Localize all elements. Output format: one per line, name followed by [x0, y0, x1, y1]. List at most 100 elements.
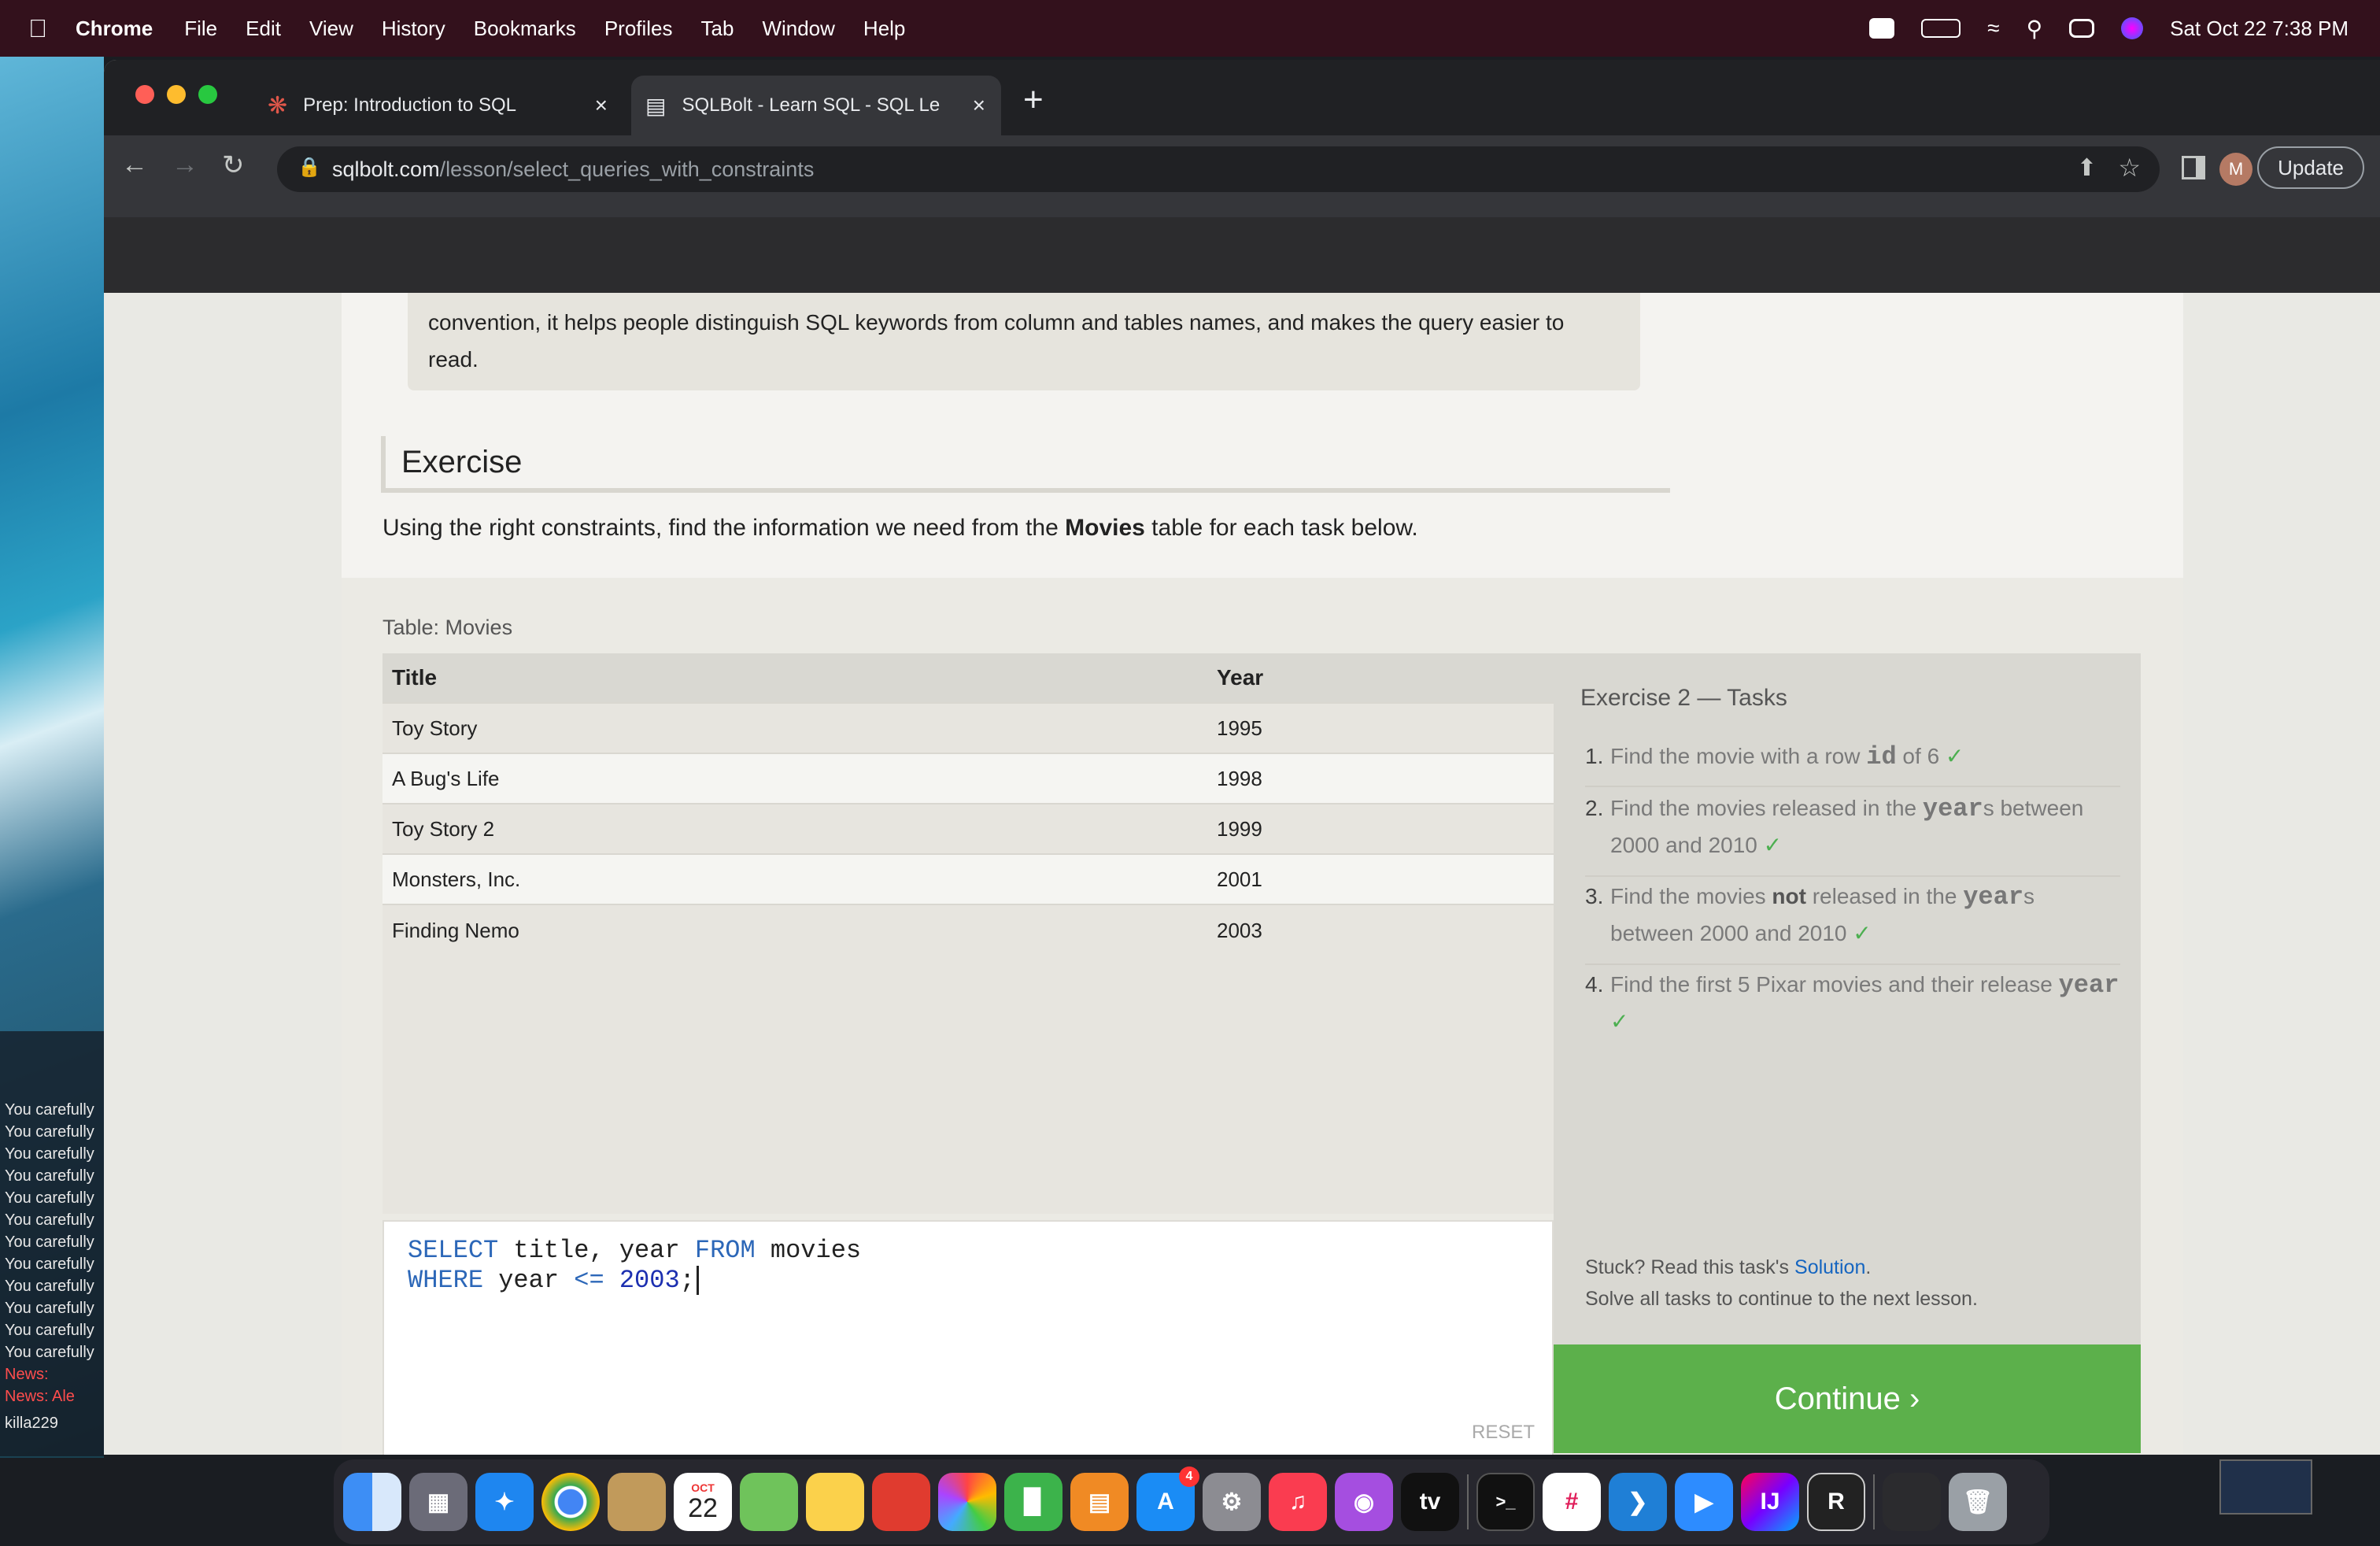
- calendar-day: 22: [688, 1493, 718, 1523]
- sql-keyword: SELECT: [408, 1236, 499, 1265]
- system-preferences-icon[interactable]: ⚙: [1203, 1473, 1261, 1531]
- task-code: year: [1922, 794, 1983, 823]
- back-arrow-icon[interactable]: ←: [121, 150, 148, 180]
- task-code: id: [1866, 742, 1897, 771]
- tab-sqlbolt[interactable]: ▤ SQLBolt - Learn SQL - SQL Le ×: [631, 76, 1001, 135]
- zoom-icon[interactable]: ▶: [1675, 1473, 1733, 1531]
- calendar-icon[interactable]: OCT 22: [674, 1473, 732, 1531]
- status-area: ≈ ⚲ Sat Oct 22 7:38 PM: [1869, 0, 2349, 57]
- menu-clock[interactable]: Sat Oct 22 7:38 PM: [2170, 17, 2349, 41]
- sql-query-editor[interactable]: SELECT title, year FROM movies WHERE yea…: [382, 1220, 1554, 1455]
- maps-icon[interactable]: [740, 1473, 798, 1531]
- vscode-icon[interactable]: ❯: [1609, 1473, 1667, 1531]
- podcasts-icon[interactable]: ◉: [1335, 1473, 1393, 1531]
- chat-line: You carefully: [5, 1256, 94, 1273]
- siri-icon[interactable]: [2121, 17, 2144, 39]
- new-tab-plus-icon[interactable]: +: [1023, 80, 1044, 120]
- side-panel-icon[interactable]: [2182, 156, 2205, 179]
- continue-button[interactable]: Continue ›: [1554, 1344, 2141, 1453]
- battery-icon[interactable]: [1921, 19, 1961, 38]
- minimize-window-button[interactable]: [167, 85, 186, 104]
- launchpad-icon[interactable]: ▦: [409, 1473, 468, 1531]
- address-bar[interactable]: 🔒 sqlbolt.com/lesson/select_queries_with…: [277, 146, 2160, 192]
- table-header-row: Title Year: [382, 653, 1554, 704]
- sql-text: year: [483, 1266, 575, 1295]
- finder-icon[interactable]: [343, 1473, 401, 1531]
- close-tab-icon[interactable]: ×: [595, 93, 608, 118]
- profile-avatar[interactable]: M: [2219, 153, 2252, 186]
- header-title: Title: [392, 665, 438, 690]
- calendar-month: OCT: [691, 1481, 715, 1494]
- desktop-thumbnail: [2219, 1459, 2312, 1515]
- wifi-icon[interactable]: ≈: [1987, 16, 1999, 41]
- r-app-icon[interactable]: R: [1807, 1473, 1865, 1531]
- menu-file[interactable]: File: [184, 17, 217, 41]
- numbers-icon[interactable]: ▉: [1004, 1473, 1062, 1531]
- notes-icon[interactable]: [806, 1473, 864, 1531]
- books-icon[interactable]: ▤: [1070, 1473, 1129, 1531]
- menu-profiles[interactable]: Profiles: [604, 17, 673, 41]
- check-icon: ✓: [1945, 744, 1964, 768]
- stuck-text: .: [1865, 1256, 1872, 1278]
- chat-line: You carefully: [5, 1278, 94, 1295]
- chat-line: You carefully: [5, 1123, 94, 1141]
- menu-window[interactable]: Window: [762, 17, 834, 41]
- menu-app-name[interactable]: Chrome: [76, 17, 153, 41]
- chrome-window: ❋ Prep: Introduction to SQL × ▤ SQLBolt …: [104, 60, 2380, 1455]
- close-tab-icon[interactable]: ×: [973, 93, 985, 118]
- music-icon[interactable]: ♫: [1269, 1473, 1327, 1531]
- game-chat-log: You carefully You carefully You carefull…: [0, 1031, 104, 1456]
- update-button[interactable]: Update: [2257, 146, 2364, 189]
- bookmark-star-icon[interactable]: ☆: [2118, 153, 2141, 183]
- database-icon: ▤: [645, 93, 667, 118]
- trash-icon[interactable]: 🗑: [1949, 1473, 2007, 1531]
- menu-edit[interactable]: Edit: [246, 17, 281, 41]
- screen-record-icon[interactable]: [1869, 18, 1895, 39]
- close-window-button[interactable]: [135, 85, 154, 104]
- share-icon[interactable]: ⬆: [2077, 154, 2097, 182]
- dock-divider: [1467, 1474, 1469, 1529]
- task-bold: not: [1772, 884, 1806, 908]
- sql-keyword: WHERE: [408, 1266, 484, 1295]
- intellij-icon[interactable]: IJ: [1741, 1473, 1799, 1531]
- menu-history[interactable]: History: [382, 17, 445, 41]
- menu-bookmarks[interactable]: Bookmarks: [474, 17, 576, 41]
- zoom-window-button[interactable]: [198, 85, 217, 104]
- menu-view[interactable]: View: [309, 17, 353, 41]
- tab-prep-intro-sql[interactable]: ❋ Prep: Introduction to SQL ×: [253, 76, 623, 135]
- spotlight-search-icon[interactable]: ⚲: [2027, 16, 2043, 42]
- chat-player-name: killa229: [5, 1415, 58, 1432]
- app-store-icon[interactable]: A4: [1136, 1466, 1199, 1531]
- cell-year: 1999: [1217, 816, 1262, 841]
- photos-icon[interactable]: [938, 1473, 996, 1531]
- reload-icon[interactable]: ↻: [222, 150, 245, 181]
- contacts-icon[interactable]: [608, 1473, 666, 1531]
- task-number: 1.: [1585, 744, 1604, 768]
- desc-text: Using the right constraints, find the in…: [382, 515, 1066, 541]
- solution-link[interactable]: Solution: [1794, 1256, 1865, 1278]
- table-row: Monsters, Inc. 2001: [382, 855, 1554, 905]
- check-icon: ✓: [1610, 1009, 1629, 1034]
- chat-line: You carefully: [5, 1167, 94, 1185]
- terminal-icon[interactable]: >_: [1476, 1473, 1535, 1531]
- sql-keyword: FROM: [694, 1236, 756, 1265]
- minimized-window-icon[interactable]: [1883, 1473, 1941, 1531]
- task-text: Find the first 5 Pixar movies and their …: [1610, 972, 2059, 997]
- lock-icon[interactable]: 🔒: [298, 156, 321, 179]
- exercise-description: Using the right constraints, find the in…: [382, 515, 1418, 542]
- photo-booth-icon[interactable]: [872, 1473, 930, 1531]
- apple-icon[interactable]: : [28, 14, 47, 43]
- forward-arrow-icon[interactable]: →: [172, 150, 198, 180]
- menu-tab[interactable]: Tab: [701, 17, 734, 41]
- safari-icon[interactable]: ✦: [475, 1473, 534, 1531]
- slack-icon[interactable]: #: [1543, 1473, 1601, 1531]
- chrome-icon[interactable]: [541, 1473, 600, 1531]
- sql-code[interactable]: SELECT title, year FROM movies WHERE yea…: [408, 1236, 861, 1296]
- cell-title: Toy Story: [392, 716, 478, 740]
- reset-button[interactable]: RESET: [1472, 1422, 1535, 1444]
- menu-help[interactable]: Help: [863, 17, 905, 41]
- apple-tv-icon[interactable]: tv: [1401, 1473, 1459, 1531]
- task-item: 1. Find the movie with a row id of 6 ✓: [1585, 738, 2120, 787]
- control-center-icon[interactable]: [2069, 19, 2095, 38]
- table-row: Toy Story 1995: [382, 704, 1554, 754]
